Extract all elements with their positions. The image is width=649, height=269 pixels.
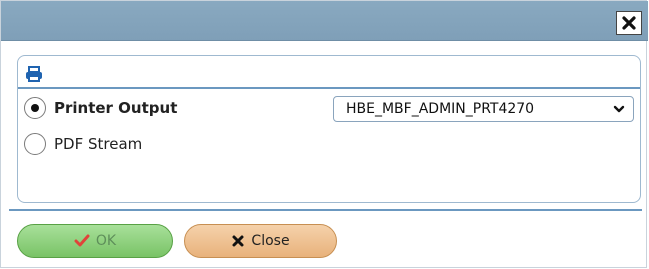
close-icon xyxy=(231,234,245,248)
close-button[interactable]: Close xyxy=(184,224,337,258)
dialog-titlebar xyxy=(1,1,648,41)
radio-printer-output[interactable]: Printer Output xyxy=(24,97,177,119)
print-dialog: Printer Output HBE_MBF_ADMIN_PRT4270 PDF… xyxy=(0,0,648,268)
printer-icon xyxy=(26,66,42,82)
checkmark-icon xyxy=(74,234,90,248)
radio-label-pdf-stream: PDF Stream xyxy=(54,135,143,153)
printer-select[interactable]: HBE_MBF_ADMIN_PRT4270 xyxy=(333,96,634,122)
close-button-label: Close xyxy=(251,233,290,249)
dialog-close-button[interactable] xyxy=(616,11,642,35)
panel-header xyxy=(18,56,640,89)
output-options-panel: Printer Output HBE_MBF_ADMIN_PRT4270 PDF… xyxy=(17,55,641,203)
chevron-down-icon xyxy=(613,105,625,113)
close-x-icon xyxy=(622,16,636,30)
radio-button-checked[interactable] xyxy=(24,97,46,119)
ok-button-label: OK xyxy=(95,233,117,249)
printer-select-value: HBE_MBF_ADMIN_PRT4270 xyxy=(346,101,535,117)
radio-pdf-stream[interactable]: PDF Stream xyxy=(24,133,142,155)
footer-divider xyxy=(9,209,642,211)
radio-button-unchecked[interactable] xyxy=(24,133,46,155)
ok-button[interactable]: OK xyxy=(17,224,173,258)
radio-label-printer-output: Printer Output xyxy=(54,99,178,117)
